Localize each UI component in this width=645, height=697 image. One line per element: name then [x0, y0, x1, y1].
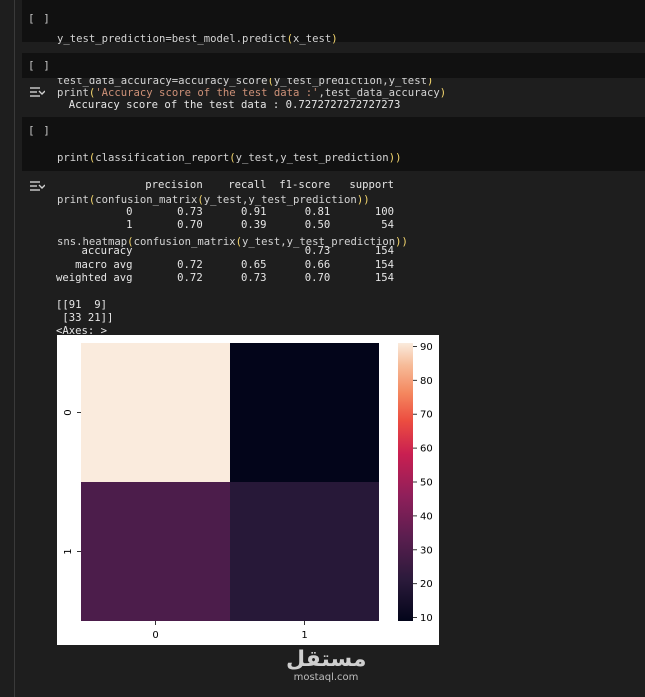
code-cell-3[interactable]: [ ] print(classification_report(y_test,y… — [22, 117, 645, 248]
code-line: y_test_prediction=best_model.predict(x_t… — [57, 33, 338, 45]
colorbar-tick-label: 50 — [420, 478, 433, 489]
y-tick-label: 0 — [63, 409, 74, 415]
run-cell-button[interactable]: [ ] — [28, 12, 51, 25]
colorbar-tick-label: 70 — [420, 410, 433, 421]
output-line: [[91 9] — [56, 298, 108, 311]
watermark-logo-text: مستقل — [286, 647, 367, 672]
output-line: 1 0.70 0.39 0.50 54 — [56, 218, 395, 231]
code-line: print(classification_report(y_test,y_tes… — [57, 152, 402, 164]
colorbar-tick-label: 40 — [420, 511, 433, 522]
cell-output: Accuracy score of the test data : 0.7272… — [56, 86, 401, 112]
colorbar-tick-label: 30 — [420, 545, 433, 556]
colorbar-tick-label: 80 — [420, 376, 433, 387]
output-toggle-icon[interactable] — [29, 86, 45, 98]
output-line: macro avg 0.72 0.65 0.66 154 — [56, 258, 395, 271]
output-line: 0 0.73 0.91 0.81 100 — [56, 205, 395, 218]
run-cell-button[interactable]: [ ] — [28, 59, 51, 72]
colorbar-tick-label: 20 — [420, 579, 433, 590]
x-tick-label: 1 — [301, 630, 307, 641]
output-line: accuracy 0.73 154 — [56, 245, 395, 258]
code-cell-1[interactable]: [ ] y_test_prediction=best_model.predict… — [22, 0, 645, 87]
code-cell-2[interactable]: [ ] print('Accuracy score of the test da… — [22, 53, 645, 99]
heatmap-cell — [230, 343, 379, 482]
output-line: Accuracy score of the test data : 0.7272… — [68, 99, 401, 111]
run-cell-button[interactable]: [ ] — [28, 124, 51, 137]
notebook-gutter-line — [14, 0, 15, 697]
output-line: [33 21]] — [56, 311, 114, 324]
heatmap-chart: 0 101908070605040302010 — [57, 335, 439, 645]
output-line: precision recall f1-score support — [56, 179, 395, 191]
heatmap-cell — [81, 343, 230, 482]
heatmap-cell — [81, 482, 230, 621]
colorbar-tick-label: 10 — [420, 613, 433, 624]
colorbar-tick-label: 60 — [420, 444, 433, 455]
watermark: مستقل mostaql.com — [286, 648, 366, 684]
colorbar-tick-label: 90 — [420, 342, 433, 353]
x-tick-label: 0 — [152, 630, 158, 641]
watermark-domain: mostaql.com — [293, 672, 359, 683]
cell-output: precision recall f1-score support 0 0.73… — [56, 179, 394, 339]
heatmap-cell — [230, 482, 379, 621]
output-line: weighted avg 0.72 0.73 0.70 154 — [56, 272, 395, 285]
output-toggle-icon[interactable] — [29, 180, 45, 192]
colorbar — [398, 343, 413, 621]
y-tick-label: 1 — [63, 548, 74, 554]
